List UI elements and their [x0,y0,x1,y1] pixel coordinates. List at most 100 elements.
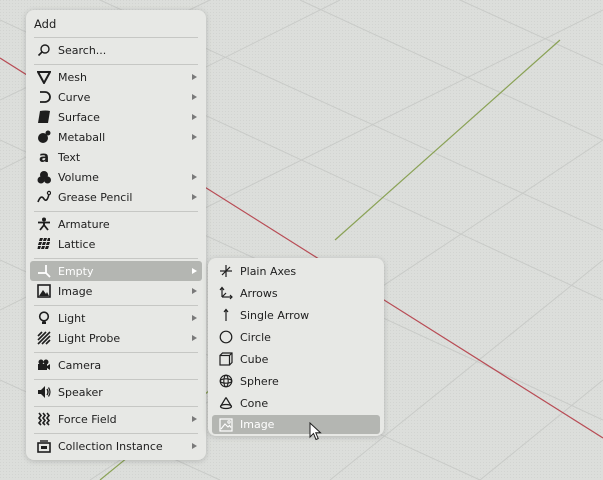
menu-item-surface[interactable]: Surface [30,107,202,127]
menu-item-armature[interactable]: Armature [30,214,202,234]
submenu-item-circle[interactable]: Circle [212,327,380,347]
empty-submenu: Plain Axes Arrows Single Arrow Circle Cu… [208,258,384,436]
submenu-arrow-icon [192,268,197,274]
submenu-arrow-icon [192,134,197,140]
menu-item-label: Image [58,284,93,298]
volume-icon [36,169,52,185]
submenu-arrow-icon [192,335,197,341]
menu-separator [34,433,198,434]
speaker-icon [36,384,52,400]
menu-item-label: Light [58,311,86,325]
menu-item-label: Collection Instance [58,439,163,453]
submenu-arrow-icon [192,315,197,321]
submenu-arrow-icon [192,174,197,180]
submenu-item-label: Cube [240,352,269,366]
single-arrow-icon [218,307,234,323]
cube-icon [218,351,234,367]
submenu-item-label: Single Arrow [240,308,310,322]
collection-instance-icon [36,438,52,454]
submenu-item-label: Image [240,418,275,431]
menu-item-label: Empty [58,264,94,278]
menu-item-collection-instance[interactable]: Collection Instance [30,436,202,456]
submenu-item-plain-axes[interactable]: Plain Axes [212,261,380,281]
submenu-item-label: Cone [240,396,269,410]
image-icon [36,283,52,299]
submenu-arrow-icon [192,416,197,422]
light-probe-icon [36,330,52,346]
menu-item-metaball[interactable]: Metaball [30,127,202,147]
menu-title: Add [34,17,57,31]
arrows-icon [218,285,234,301]
grease-pencil-icon [36,189,52,205]
plain-axes-icon [218,263,234,279]
menu-item-force-field[interactable]: Force Field [30,409,202,429]
menu-item-label: Lattice [58,237,96,251]
menu-item-mesh[interactable]: Mesh [30,67,202,87]
menu-separator [34,406,198,407]
submenu-arrow-icon [192,443,197,449]
menu-item-label: Speaker [58,385,103,399]
menu-item-camera[interactable]: Camera [30,355,202,375]
menu-item-text[interactable]: a Text [30,147,202,167]
submenu-item-label: Plain Axes [240,264,297,278]
menu-item-label: Volume [58,170,99,184]
menu-item-volume[interactable]: Volume [30,167,202,187]
menu-item-speaker[interactable]: Speaker [30,382,202,402]
menu-item-grease-pencil[interactable]: Grease Pencil [30,187,202,207]
menu-item-lattice[interactable]: Lattice [30,234,202,254]
image-icon [218,417,234,433]
camera-icon [36,357,52,373]
menu-item-label: Light Probe [58,331,121,345]
menu-separator [34,64,198,65]
mesh-icon [36,69,52,85]
menu-separator [34,379,198,380]
menu-item-light-probe[interactable]: Light Probe [30,328,202,348]
menu-item-label: Curve [58,90,91,104]
text-icon: a [38,148,50,166]
menu-separator [34,211,198,212]
submenu-item-cone[interactable]: Cone [212,393,380,413]
circle-icon [218,329,234,345]
submenu-item-label: Arrows [240,286,278,300]
menu-item-light[interactable]: Light [30,308,202,328]
search-icon [36,42,52,58]
cone-icon [218,395,234,411]
menu-item-label: Text [58,150,81,164]
lattice-icon [36,236,52,252]
menu-item-label: Force Field [58,412,117,426]
submenu-item-label: Sphere [240,374,279,388]
curve-icon [36,89,52,105]
menu-separator [34,37,198,38]
menu-item-search[interactable]: Search... [30,40,202,60]
menu-item-label: Grease Pencil [58,190,133,204]
menu-item-curve[interactable]: Curve [30,87,202,107]
submenu-arrow-icon [192,114,197,120]
menu-separator [34,352,198,353]
submenu-item-sphere[interactable]: Sphere [212,371,380,391]
sphere-icon [218,373,234,389]
add-menu: Add Search... Mesh Curve Surface Metabal… [26,10,206,460]
menu-item-label: Mesh [58,70,87,84]
menu-separator [34,258,198,259]
light-icon [36,310,52,326]
surface-icon [36,109,52,125]
menu-item-label: Camera [58,358,102,372]
menu-item-empty[interactable]: Empty [30,261,202,281]
submenu-item-label: Circle [240,330,271,344]
submenu-item-arrows[interactable]: Arrows [212,283,380,303]
submenu-arrow-icon [192,94,197,100]
force-field-icon [36,411,52,427]
submenu-arrow-icon [192,74,197,80]
armature-icon [36,216,52,232]
mouse-cursor-icon [309,422,322,441]
submenu-item-cube[interactable]: Cube [212,349,380,369]
menu-item-label: Metaball [58,130,106,144]
empty-icon [36,263,52,279]
menu-item-image[interactable]: Image [30,281,202,301]
submenu-item-image[interactable]: Image [212,415,380,434]
menu-item-label: Armature [58,217,110,231]
menu-item-label: Search... [58,43,107,57]
menu-item-label: Surface [58,110,100,124]
menu-separator [34,305,198,306]
submenu-item-single-arrow[interactable]: Single Arrow [212,305,380,325]
